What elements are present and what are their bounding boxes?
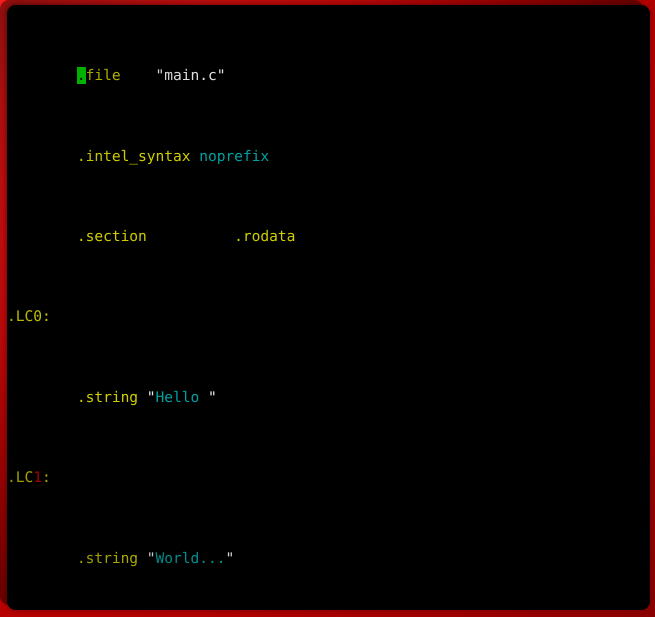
string-literal-world: World...	[155, 549, 226, 567]
label-lc0-index: 0	[33, 308, 42, 326]
directive-string: .string	[76, 388, 139, 406]
code-line[interactable]: .intel_syntax noprefix	[7, 147, 650, 167]
string-literal-filename: "main.c"	[155, 67, 226, 85]
operand-noprefix: noprefix	[199, 147, 270, 165]
label-colon: :	[41, 469, 51, 487]
assembly-source-code[interactable]: .file "main.c" .intel_syntax noprefix .s…	[7, 6, 650, 610]
code-line[interactable]: .string "World..."	[7, 549, 650, 569]
operand-rodata: .rodata	[234, 228, 296, 246]
label-colon: :	[41, 308, 51, 326]
quote-open: "	[146, 388, 156, 406]
quote-close: "	[225, 549, 235, 567]
label-lc0: .LC	[7, 308, 34, 326]
code-line[interactable]: .string "Hello "	[7, 388, 650, 408]
code-line[interactable]: .file "main.c"	[7, 66, 650, 86]
terminal-window: .file "main.c" .intel_syntax noprefix .s…	[0, 0, 655, 617]
label-lc1-index: 1	[33, 469, 42, 487]
quote-close: "	[207, 388, 217, 406]
label-lc1: .LC	[7, 469, 34, 487]
directive-string: .string	[76, 549, 139, 567]
directive-file: file	[85, 67, 121, 85]
string-literal-hello: Hello	[155, 388, 208, 406]
directive-section: .section	[76, 228, 147, 246]
code-line-label[interactable]: .LC0:	[7, 307, 650, 327]
code-editor-screen[interactable]: .file "main.c" .intel_syntax noprefix .s…	[7, 5, 650, 610]
code-line[interactable]: .section .rodata	[7, 227, 650, 247]
quote-open: "	[146, 549, 156, 567]
code-line-label[interactable]: .LC1:	[7, 468, 650, 488]
directive-intel-syntax: .intel_syntax	[76, 147, 191, 165]
text-cursor[interactable]: .	[76, 67, 86, 85]
